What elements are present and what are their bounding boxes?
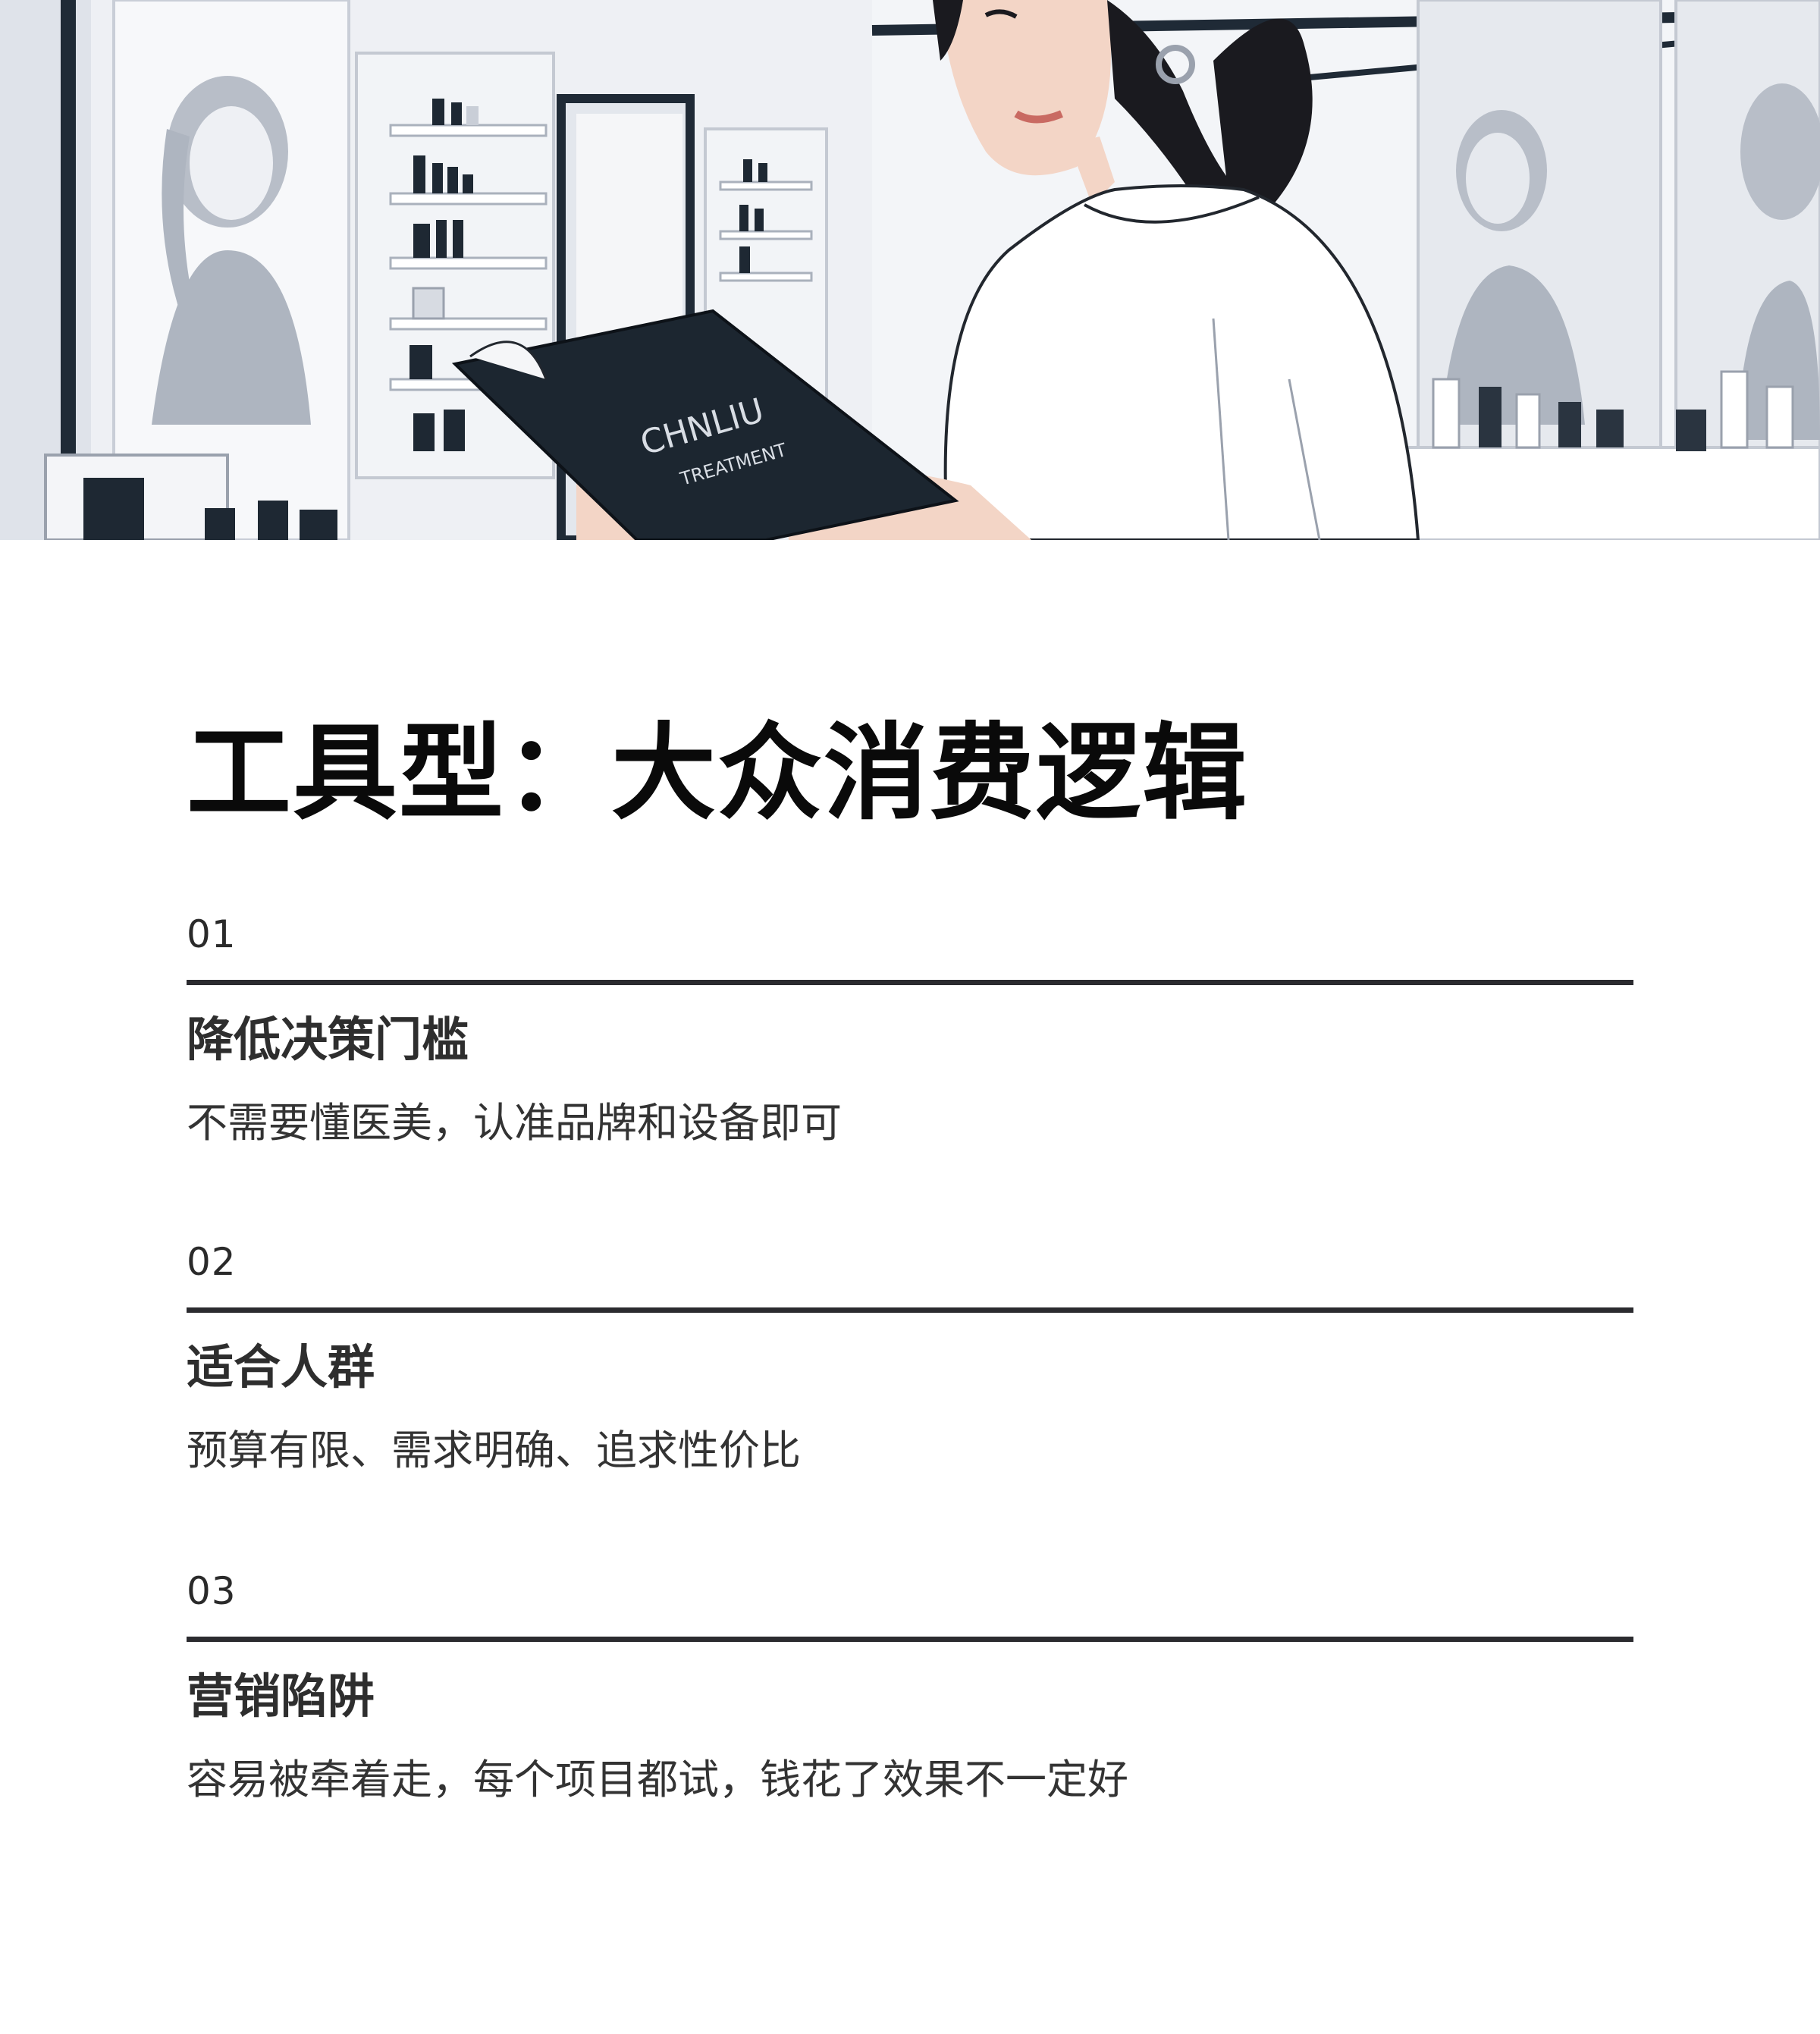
section-item: 02 适合人群 预算有限、需求明确、追求性价比 xyxy=(187,1239,1633,1478)
section-heading: 降低决策门槛 xyxy=(187,1012,469,1067)
section-heading: 营销陷阱 xyxy=(187,1668,375,1724)
page-title: 工具型：大众消费逻辑 xyxy=(187,712,1249,834)
hero-illustration: CHNLIU TREATMENT xyxy=(0,0,1820,540)
section-divider xyxy=(187,1637,1633,1642)
section-item: 01 降低决策门槛 不需要懂医美，认准品牌和设备即可 xyxy=(187,912,1633,1150)
clinic-illustration: CHNLIU TREATMENT xyxy=(0,0,1820,540)
section-description: 不需要懂医美，认准品牌和设备即可 xyxy=(187,1099,842,1147)
section-divider xyxy=(187,980,1633,985)
section-item: 03 营销陷阱 容易被牵着走，每个项目都试，钱花了效果不一定好 xyxy=(187,1568,1633,1807)
section-heading: 适合人群 xyxy=(187,1339,375,1395)
section-description: 预算有限、需求明确、追求性价比 xyxy=(187,1427,801,1474)
main-content: 工具型：大众消费逻辑 01 降低决策门槛 不需要懂医美，认准品牌和设备即可 02… xyxy=(187,712,1633,1803)
section-number: 01 xyxy=(187,912,237,956)
section-number: 03 xyxy=(187,1569,237,1613)
section-number: 02 xyxy=(187,1240,237,1284)
section-divider xyxy=(187,1307,1633,1313)
section-description: 容易被牵着走，每个项目都试，钱花了效果不一定好 xyxy=(187,1756,1128,1803)
